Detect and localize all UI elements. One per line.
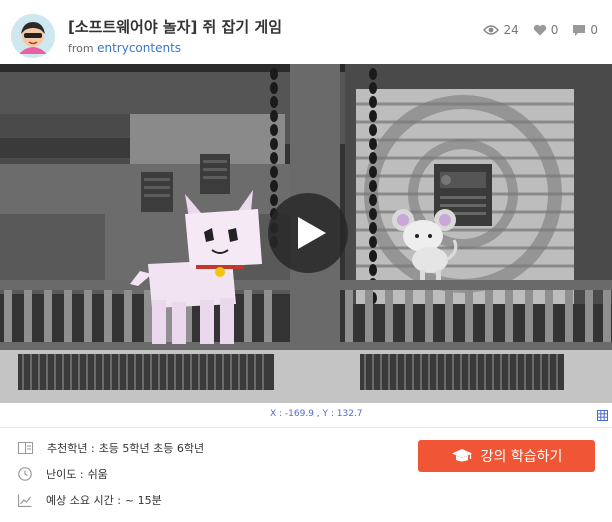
- avatar-character-icon: [11, 14, 55, 58]
- project-header: [소프트웨어야 놀자] 쥐 잡기 게임 from entrycontents 2…: [0, 0, 612, 62]
- grade-value: 초등 5학년 초등 6학년: [98, 442, 205, 455]
- mouse-coordinates: X : -169.9 , Y : 132.7: [270, 409, 363, 419]
- eye-icon: [483, 25, 500, 35]
- heart-icon[interactable]: [533, 24, 547, 36]
- comment-count[interactable]: 0: [572, 23, 598, 37]
- start-lecture-button[interactable]: 강의 학습하기: [418, 440, 595, 472]
- estimated-time-row: 예상 소요 시간 : ~ 15분: [18, 492, 162, 508]
- book-icon: [18, 442, 33, 454]
- time-label: 예상 소요 시간 :: [46, 494, 121, 507]
- difficulty-row: 난이도 : 쉬움: [18, 466, 108, 482]
- play-icon[interactable]: [268, 193, 348, 273]
- difficulty-label: 난이도 :: [46, 468, 84, 481]
- like-count-value: 0: [550, 23, 559, 37]
- view-count-value: 24: [503, 23, 519, 37]
- game-stage[interactable]: [0, 64, 612, 403]
- avatar[interactable]: [11, 14, 55, 58]
- author-link[interactable]: entrycontents: [97, 41, 181, 55]
- author-line: from entrycontents: [68, 41, 181, 55]
- recommended-grade-row: 추천학년 : 초등 5학년 초등 6학년: [18, 440, 204, 456]
- clock-icon: [18, 467, 32, 481]
- comment-icon[interactable]: [572, 24, 586, 37]
- comment-count-value: 0: [590, 23, 598, 37]
- graduation-cap-icon: [451, 449, 472, 462]
- grid-icon[interactable]: [597, 410, 608, 421]
- time-value: ~ 15분: [124, 494, 162, 507]
- view-count: 24: [483, 23, 519, 37]
- difficulty-value: 쉬움: [87, 468, 108, 481]
- play-button[interactable]: [268, 193, 348, 273]
- from-label: from: [68, 42, 94, 55]
- project-stats: 24 0 0: [483, 23, 598, 37]
- stage-status-bar: X : -169.9 , Y : 132.7: [0, 403, 612, 428]
- start-lecture-label: 강의 학습하기: [480, 449, 563, 465]
- like-count[interactable]: 0: [533, 23, 559, 37]
- trend-chart-icon: [18, 494, 32, 507]
- grade-label: 추천학년 :: [47, 442, 95, 455]
- project-title: [소프트웨어야 놀자] 쥐 잡기 게임: [68, 18, 283, 36]
